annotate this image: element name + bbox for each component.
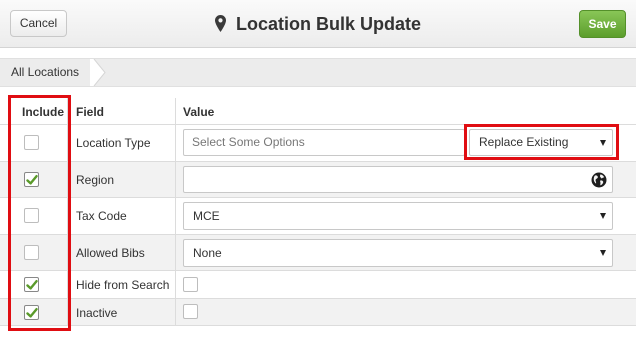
hide-from-search-checkbox[interactable] (183, 277, 198, 292)
field-column-header: Field (76, 105, 105, 119)
table-row: Allowed Bibs None (0, 235, 636, 271)
field-label: Region (76, 173, 115, 187)
column-divider (175, 271, 176, 298)
inactive-checkbox[interactable] (183, 304, 198, 319)
header-bar: Cancel Location Bulk Update Save (0, 0, 636, 48)
map-pin-icon (214, 14, 226, 32)
page-title: Location Bulk Update (235, 13, 421, 34)
chevron-down-icon (600, 213, 606, 219)
update-mode-highlight (464, 124, 619, 160)
column-divider (175, 125, 176, 161)
include-column-highlight (8, 95, 71, 331)
breadcrumb-separator-icon (90, 59, 106, 86)
table-row: Inactive (0, 299, 636, 326)
breadcrumb-item-all-locations[interactable]: All Locations (0, 59, 89, 86)
field-label: Hide from Search (76, 278, 170, 292)
multiselect-placeholder: Select Some Options (192, 135, 305, 149)
table-row: Hide from Search (0, 271, 636, 299)
page-title-group: Location Bulk Update (0, 0, 636, 48)
field-label: Inactive (76, 306, 118, 320)
save-button[interactable]: Save (579, 10, 626, 38)
column-divider (175, 299, 176, 325)
table-header-row: Include Field Value (0, 98, 636, 125)
field-label: Tax Code (76, 209, 127, 223)
column-divider (175, 198, 176, 234)
chevron-down-icon (600, 250, 606, 256)
column-divider (175, 98, 176, 124)
breadcrumb: All Locations (0, 58, 636, 87)
tax-code-value: MCE (193, 209, 220, 223)
globe-icon[interactable] (591, 172, 607, 188)
table-row: Region (0, 162, 636, 198)
field-label: Location Type (76, 136, 151, 150)
location-type-multiselect[interactable]: Select Some Options (183, 129, 465, 156)
allowed-bibs-value: None (193, 246, 222, 260)
column-divider (175, 235, 176, 270)
tax-code-select[interactable]: MCE (183, 202, 613, 230)
field-label: Allowed Bibs (76, 246, 145, 260)
region-input[interactable] (183, 166, 613, 193)
value-column-header: Value (183, 105, 215, 119)
column-divider (175, 162, 176, 197)
table-row: Tax Code MCE (0, 198, 636, 235)
allowed-bibs-select[interactable]: None (183, 239, 613, 267)
